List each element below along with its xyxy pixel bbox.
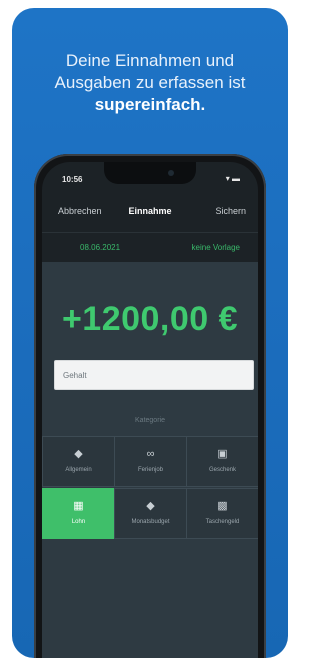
entry-panel: +1200,00 € Kategorie ◆ Allgemein ∞ Ferie… xyxy=(42,262,258,658)
money-icon: ▦ xyxy=(73,500,84,512)
link-icon: ∞ xyxy=(146,448,155,460)
tag-icon: ◆ xyxy=(74,448,83,460)
save-button[interactable]: Sichern xyxy=(215,206,246,216)
category-lohn[interactable]: ▦ Lohn xyxy=(42,488,115,539)
category-label: Lohn xyxy=(71,519,86,525)
category-geschenk[interactable]: ▣ Geschenk xyxy=(186,436,258,487)
category-heading: Kategorie xyxy=(135,417,165,424)
category-label: Monatsbudget xyxy=(131,519,170,525)
phone-mockup: 10:56 ▾ ▬ Abbrechen Einnahme Sichern 08.… xyxy=(34,154,266,658)
headline-line-3: supereinfach. xyxy=(94,95,206,114)
phone-notch xyxy=(104,162,196,184)
headline-line-1: Deine Einnahmen und xyxy=(65,51,235,70)
tag-icon: ◆ xyxy=(146,500,155,512)
category-label: Taschengeld xyxy=(205,519,240,525)
category-label: Ferienjob xyxy=(137,467,163,473)
promo-card: Deine Einnahmen und Ausgaben zu erfassen… xyxy=(12,8,288,658)
headline-line-2: Ausgaben zu erfassen ist xyxy=(54,73,246,92)
amount-display[interactable]: +1200,00 € xyxy=(42,300,258,339)
date-selector[interactable]: 08.06.2021 xyxy=(80,243,120,252)
category-ferienjob[interactable]: ∞ Ferienjob xyxy=(114,436,187,487)
category-label: Allgemein xyxy=(65,467,92,473)
signal-battery-icon: ▾ ▬ xyxy=(225,174,240,183)
category-taschengeld[interactable]: ▩ Taschengeld xyxy=(186,488,258,539)
gift-icon: ▣ xyxy=(217,448,228,460)
phone-screen: 10:56 ▾ ▬ Abbrechen Einnahme Sichern 08.… xyxy=(42,162,258,658)
chat-icon: ▩ xyxy=(217,500,228,512)
status-time: 10:56 xyxy=(62,175,83,184)
description-input[interactable] xyxy=(54,360,254,390)
template-selector[interactable]: keine Vorlage xyxy=(192,243,240,252)
category-label: Geschenk xyxy=(208,467,236,473)
category-monatsbudget[interactable]: ◆ Monatsbudget xyxy=(114,488,187,539)
promo-headline: Deine Einnahmen und Ausgaben zu erfassen… xyxy=(12,50,288,116)
nav-bar: Abbrechen Einnahme Sichern xyxy=(42,202,258,222)
entry-meta-bar: 08.06.2021 keine Vorlage xyxy=(42,232,258,263)
category-allgemein[interactable]: ◆ Allgemein xyxy=(42,436,115,487)
camera-icon xyxy=(168,170,174,176)
